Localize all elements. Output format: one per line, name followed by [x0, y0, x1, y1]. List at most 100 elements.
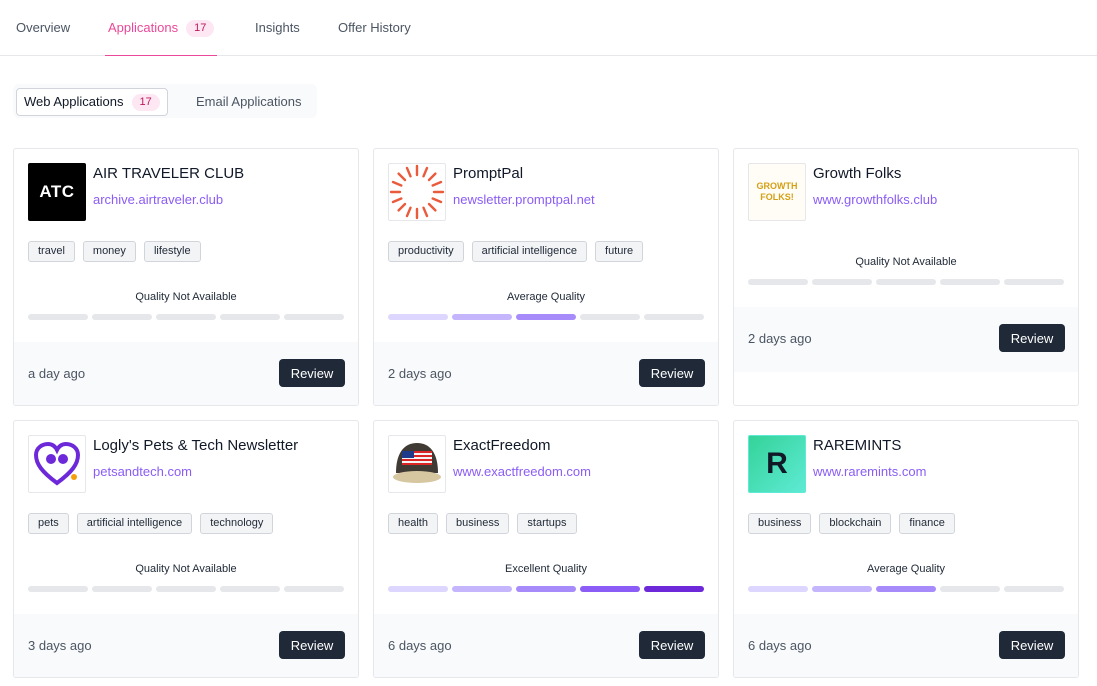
growth-folks-logo-icon: GROWTH FOLKS!	[748, 163, 806, 221]
tab-label: Applications	[108, 20, 179, 35]
tag: business	[748, 513, 812, 534]
review-button[interactable]: Review	[639, 359, 705, 387]
web-applications-count-badge: 17	[131, 94, 160, 111]
quality-segment	[876, 586, 936, 592]
quality-segment	[156, 314, 216, 320]
quality-meter	[388, 314, 704, 320]
quality-segment	[1004, 279, 1064, 285]
review-button[interactable]: Review	[279, 631, 345, 659]
quality-segment	[284, 586, 344, 592]
publication-link[interactable]: newsletter.promptpal.net	[453, 192, 595, 207]
card-footer: a day ago Review	[14, 342, 358, 405]
quality-label: Excellent Quality	[505, 563, 587, 575]
publication-title: Logly's Pets & Tech Newsletter	[93, 437, 299, 454]
tab-insights[interactable]: Insights	[255, 20, 300, 56]
subtab-web-applications[interactable]: Web Applications 17	[16, 88, 168, 116]
tag: travel	[28, 241, 75, 262]
pets-heart-logo-icon	[28, 435, 86, 493]
publication-link[interactable]: petsandtech.com	[93, 464, 192, 479]
quality-segment	[516, 314, 576, 320]
tag: productivity	[388, 241, 464, 262]
card-footer: 2 days ago Review	[734, 307, 1078, 372]
quality-label: Average Quality	[866, 563, 946, 575]
application-type-tabs: Web Applications 17 Email Applications	[13, 84, 317, 118]
publication-link[interactable]: www.exactfreedom.com	[453, 464, 591, 479]
publication-link[interactable]: www.growthfolks.club	[813, 192, 937, 207]
applications-count-badge: 17	[186, 20, 215, 37]
tag: startups	[517, 513, 577, 534]
review-button[interactable]: Review	[999, 324, 1065, 352]
cap-graphic	[393, 443, 441, 483]
card-footer: 3 days ago Review	[14, 614, 358, 677]
tag: health	[388, 513, 438, 534]
tab-applications[interactable]: Applications 17	[105, 20, 218, 56]
tab-overview[interactable]: Overview	[16, 20, 70, 56]
card-footer: 6 days ago Review	[374, 614, 718, 677]
tag: pets	[28, 513, 69, 534]
submitted-time: 6 days ago	[748, 638, 812, 653]
quality-segment	[452, 314, 512, 320]
quality-meter	[748, 586, 1064, 592]
publication-title: Growth Folks	[813, 165, 902, 182]
submitted-time: 2 days ago	[388, 366, 452, 381]
tag: technology	[200, 513, 274, 534]
logo-text: GROWTH FOLKS!	[756, 181, 798, 202]
publication-title: ExactFreedom	[453, 437, 551, 454]
submitted-time: 3 days ago	[28, 638, 92, 653]
quality-segment	[876, 279, 936, 285]
publication-link[interactable]: www.raremints.com	[813, 464, 926, 479]
subtab-label: Web Applications	[24, 94, 124, 109]
tag: business	[445, 513, 510, 534]
quality-segment	[516, 586, 576, 592]
review-button[interactable]: Review	[279, 359, 345, 387]
quality-label: Quality Not Available	[135, 291, 237, 303]
submitted-time: 6 days ago	[388, 638, 452, 653]
heart-graphic	[33, 441, 81, 486]
submitted-time: 2 days ago	[748, 331, 812, 346]
quality-segment	[644, 586, 704, 592]
quality-segment	[748, 279, 808, 285]
quality-segment	[92, 586, 152, 592]
quality-label: Quality Not Available	[855, 256, 957, 268]
tag: money	[82, 241, 136, 262]
quality-meter	[28, 314, 344, 320]
publication-link[interactable]: archive.airtraveler.club	[93, 192, 223, 207]
tab-offer-history[interactable]: Offer History	[338, 20, 411, 56]
application-card: PromptPal newsletter.promptpal.net produ…	[373, 148, 719, 406]
quality-segment	[28, 586, 88, 592]
tab-label: Insights	[255, 20, 300, 35]
atc-logo-icon: ATC	[28, 163, 86, 221]
application-card: ExactFreedom www.exactfreedom.com health…	[373, 420, 719, 678]
tag-list: pets artificial intelligence technology	[28, 513, 274, 534]
logo-text: ATC	[39, 182, 75, 201]
quality-segment	[580, 314, 640, 320]
quality-segment	[644, 314, 704, 320]
subtab-label: Email Applications	[196, 94, 302, 109]
publication-title: RAREMINTS	[813, 437, 902, 454]
quality-segment	[812, 586, 872, 592]
quality-segment	[388, 314, 448, 320]
quality-segment	[812, 279, 872, 285]
tag: artificial intelligence	[76, 513, 193, 534]
flag-cap-logo-icon	[388, 435, 446, 493]
quality-segment	[580, 586, 640, 592]
quality-segment	[1004, 586, 1064, 592]
tag: future	[595, 241, 644, 262]
quality-segment	[748, 586, 808, 592]
quality-label: Quality Not Available	[135, 563, 237, 575]
quality-segment	[28, 314, 88, 320]
application-card: Logly's Pets & Tech Newsletter petsandte…	[13, 420, 359, 678]
submitted-time: a day ago	[28, 366, 86, 381]
quality-meter	[748, 279, 1064, 285]
quality-segment	[220, 586, 280, 592]
review-button[interactable]: Review	[999, 631, 1065, 659]
tag-list: productivity artificial intelligence fut…	[388, 241, 644, 262]
quality-segment	[92, 314, 152, 320]
subtab-email-applications[interactable]: Email Applications	[188, 88, 310, 116]
tag: blockchain	[819, 513, 892, 534]
raremints-logo-icon: R	[748, 435, 806, 493]
application-card: R RAREMINTS www.raremints.com business b…	[733, 420, 1079, 678]
application-card: ATC AIR TRAVELER CLUB archive.airtravele…	[13, 148, 359, 406]
review-button[interactable]: Review	[639, 631, 705, 659]
tag-list: health business startups	[388, 513, 577, 534]
